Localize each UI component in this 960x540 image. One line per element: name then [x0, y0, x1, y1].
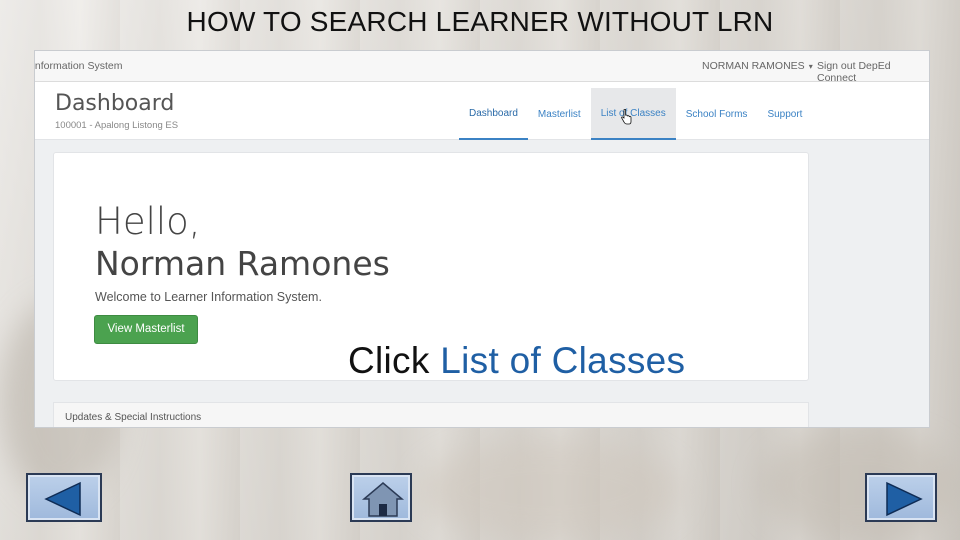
caret-down-icon: ▾ [808, 62, 813, 71]
home-slide-button[interactable] [350, 473, 412, 522]
callout-highlight: List of Classes [440, 340, 686, 381]
previous-slide-button[interactable] [26, 473, 102, 522]
home-icon [361, 482, 405, 517]
right-triangle-icon [886, 481, 923, 517]
signout-link[interactable]: Sign out DepEd Connect [817, 60, 929, 84]
nav-list-of-classes-label: List of Classes [600, 107, 666, 119]
nav-support[interactable]: Support [757, 88, 812, 140]
nav-list-of-classes[interactable]: List of Classes [590, 88, 676, 140]
updates-title: Updates & Special Instructions [65, 412, 202, 423]
main-nav: Dashboard Masterlist List of Classes Sch… [459, 88, 812, 140]
hand-pointer-icon [620, 109, 632, 125]
school-label: 100001 - Apalong Listong ES [55, 120, 179, 131]
user-menu[interactable]: NORMAN RAMONES ▾ [702, 60, 813, 72]
app-brand: Information System [34, 60, 123, 72]
left-triangle-icon [44, 481, 81, 517]
greeting-line-2: Norman Ramones [95, 244, 390, 283]
nav-dashboard[interactable]: Dashboard [459, 88, 528, 140]
updates-panel: Updates & Special Instructions [53, 402, 809, 427]
nav-school-forms[interactable]: School Forms [676, 88, 758, 140]
page-header: Dashboard 100001 - Apalong Listong ES Da… [35, 82, 929, 140]
welcome-text: Welcome to Learner Information System. [95, 290, 322, 304]
page-title: Dashboard [55, 91, 175, 116]
app-topbar: Information System NORMAN RAMONES ▾ Sign … [34, 51, 929, 84]
callout-prefix: Click [348, 340, 441, 381]
greeting-line-1: Hello, [95, 200, 201, 243]
slide-title: HOW TO SEARCH LEARNER WITHOUT LRN [186, 6, 774, 37]
instruction-callout: Click List of Classes [348, 340, 685, 382]
next-slide-button[interactable] [865, 473, 937, 522]
nav-masterlist[interactable]: Masterlist [528, 88, 591, 140]
user-name: NORMAN RAMONES [702, 60, 805, 72]
view-masterlist-button[interactable]: View Masterlist [94, 315, 198, 344]
